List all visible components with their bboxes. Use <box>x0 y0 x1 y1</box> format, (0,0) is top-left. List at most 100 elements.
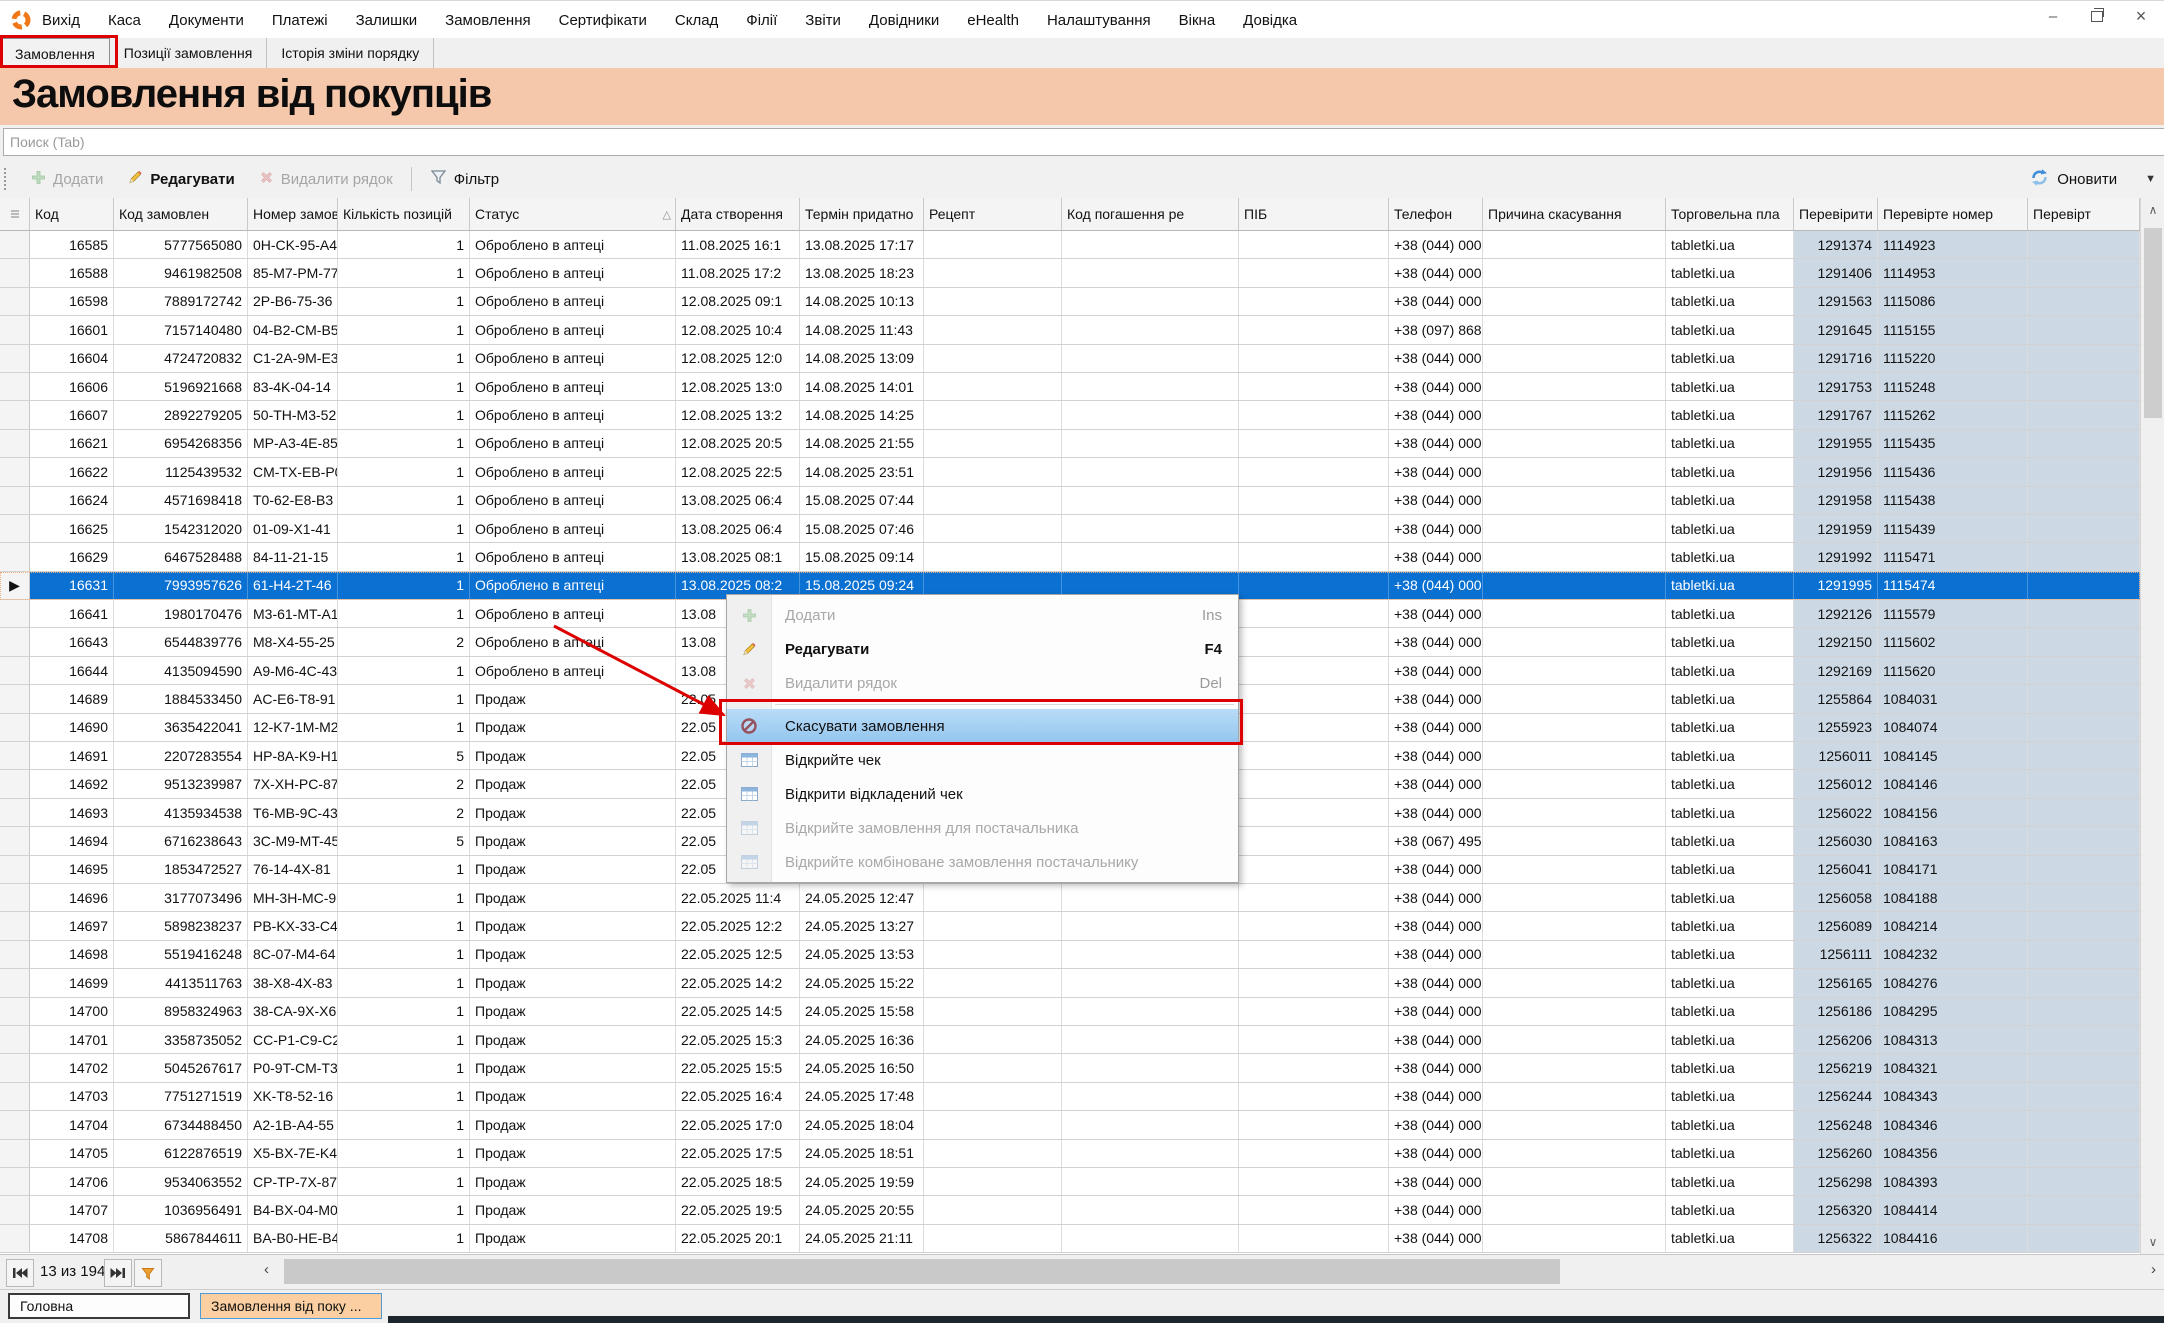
table-row[interactable]: 147085867844611BA-B0-HE-B41Продаж22.05.2… <box>0 1225 2140 1253</box>
cell-status: Оброблено в аптеці <box>470 572 676 599</box>
cell-check_number: 1084188 <box>1878 884 2028 911</box>
menubar-item[interactable]: Склад <box>675 12 718 29</box>
table-row[interactable]: 1658557775650800H-CK-95-A41Оброблено в а… <box>0 231 2140 259</box>
close-button[interactable]: × <box>2132 7 2150 25</box>
column-header-check[interactable]: Перевірити <box>1794 198 1878 230</box>
menubar-item[interactable]: Філії <box>746 12 777 29</box>
column-header-positions[interactable]: Кількість позицій <box>338 198 470 230</box>
cell-check_number: 1084414 <box>1878 1196 2028 1223</box>
cell-platform: tabletki.ua <box>1666 628 1794 655</box>
context-menu-item[interactable]: Відкрийте замовлення для постачальника <box>727 811 1238 845</box>
table-row[interactable]: 16601715714048004-B2-CM-B51Оброблено в а… <box>0 316 2140 344</box>
table-row[interactable]: 147037751271519XK-T8-52-161Продаж22.05.2… <box>0 1083 2140 1111</box>
table-row[interactable]: 16588946198250885-M7-PM-771Оброблено в а… <box>0 259 2140 287</box>
menubar-item[interactable]: Залишки <box>356 12 418 29</box>
table-row[interactable]: 146975898238237PB-KX-33-C41Продаж22.05.2… <box>0 912 2140 940</box>
last-page-button[interactable] <box>104 1259 132 1287</box>
column-header-expires[interactable]: Термін придатно <box>800 198 924 230</box>
scroll-left-icon[interactable]: ‹ <box>264 1261 269 1278</box>
table-row[interactable]: 166044724720832C1-2A-9M-E31Оброблено в а… <box>0 345 2140 373</box>
column-header-created[interactable]: Дата створення <box>676 198 800 230</box>
filter-button[interactable]: Фільтр <box>418 164 511 194</box>
cell-expires: 24.05.2025 16:50 <box>800 1054 924 1081</box>
add-button[interactable]: Додати <box>19 164 115 194</box>
table-row[interactable]: 147069534063552CP-TP-7X-871Продаж22.05.2… <box>0 1168 2140 1196</box>
scroll-right-icon[interactable]: › <box>2151 1261 2156 1278</box>
context-menu-item[interactable]: Відкрийте чек <box>727 743 1238 777</box>
cell-platform: tabletki.ua <box>1666 884 1794 911</box>
table-row[interactable]: 1659878891727422P-B6-75-361Оброблено в а… <box>0 288 2140 316</box>
minimize-button[interactable]: – <box>2044 7 2062 25</box>
table-row[interactable]: 1469855194162488C-07-M4-641Продаж22.05.2… <box>0 941 2140 969</box>
taskbar-home-button[interactable]: Головна <box>8 1293 190 1319</box>
tab-active[interactable]: Замовлення <box>0 38 110 68</box>
column-header-recipe_code[interactable]: Код погашення ре <box>1062 198 1239 230</box>
taskbar-orders-button[interactable]: Замовлення від поку ... <box>200 1293 382 1319</box>
context-menu-item[interactable]: РедагуватиF4 <box>727 632 1238 666</box>
delete-row-button[interactable]: Видалити рядок <box>247 164 405 194</box>
cell-check: 1256022 <box>1794 799 1878 826</box>
context-menu-item[interactable]: ДодатиIns <box>727 598 1238 632</box>
menubar-item[interactable]: Документи <box>169 12 244 29</box>
refresh-button[interactable]: Оновити <box>2017 164 2129 194</box>
row-indicator-header[interactable] <box>0 198 30 230</box>
pager-filter-button[interactable] <box>134 1259 162 1287</box>
table-row[interactable]: 166216954268356MP-A3-4E-851Оброблено в а… <box>0 430 2140 458</box>
table-row[interactable]: 14699441351176338-X8-4X-831Продаж22.05.2… <box>0 969 2140 997</box>
menubar-item[interactable]: Налаштування <box>1047 12 1151 29</box>
column-header-code[interactable]: Код <box>30 198 114 230</box>
menubar-item[interactable]: Замовлення <box>445 12 530 29</box>
column-header-check3[interactable]: Перевірт <box>2028 198 2140 230</box>
context-menu-item[interactable]: Скасувати замовлення <box>727 709 1238 743</box>
toolbar-overflow-icon[interactable]: ▼ <box>2145 173 2156 185</box>
table-row[interactable]: 166244571698418T0-62-E8-B31Оброблено в а… <box>0 487 2140 515</box>
tab-item[interactable]: Історія зміни порядку <box>267 38 434 68</box>
table-row[interactable]: 147013358735052CC-P1-C9-C21Продаж22.05.2… <box>0 1026 2140 1054</box>
column-header-order_number[interactable]: Номер замовленн <box>248 198 338 230</box>
vertical-scroll-thumb[interactable] <box>2144 228 2162 418</box>
vertical-scrollbar[interactable]: ∧ ∨ <box>2140 198 2164 1254</box>
edit-button[interactable]: Редагувати <box>115 164 246 194</box>
cell-order_code: 4135094590 <box>114 657 248 684</box>
cell-order_code: 1884533450 <box>114 685 248 712</box>
table-row[interactable]: 146963177073496MH-3H-MC-921Продаж22.05.2… <box>0 884 2140 912</box>
menubar-item[interactable]: Звіти <box>805 12 841 29</box>
first-page-button[interactable] <box>6 1259 34 1287</box>
column-header-cancel_reason[interactable]: Причина скасування <box>1483 198 1666 230</box>
table-row[interactable]: 147025045267617P0-9T-CM-T31Продаж22.05.2… <box>0 1054 2140 1082</box>
context-menu-item[interactable]: Видалити рядокDel <box>727 666 1238 700</box>
column-header-check_number[interactable]: Перевірте номер <box>1878 198 2028 230</box>
search-input[interactable] <box>3 128 2164 156</box>
menubar-item[interactable]: Вихід <box>42 12 80 29</box>
column-header-status[interactable]: Статус△ <box>470 198 676 230</box>
menubar-item[interactable]: Довідники <box>869 12 939 29</box>
restore-button[interactable] <box>2088 7 2106 25</box>
menubar-item[interactable]: Вікна <box>1179 12 1216 29</box>
table-row[interactable]: 16629646752848884-11-21-151Оброблено в а… <box>0 543 2140 571</box>
context-menu-item[interactable]: Відкрийте комбіноване замовлення постача… <box>727 845 1238 879</box>
menubar-item[interactable]: Каса <box>108 12 141 29</box>
scroll-down-icon[interactable]: ∨ <box>2141 1230 2164 1254</box>
column-header-platform[interactable]: Торговельна пла <box>1666 198 1794 230</box>
table-row[interactable]: 147071036956491B4-BX-04-M01Продаж22.05.2… <box>0 1196 2140 1224</box>
menubar-item[interactable]: eHealth <box>967 12 1019 29</box>
tab-item[interactable]: Позиції замовлення <box>110 38 268 68</box>
table-row[interactable]: 14700895832496338-CA-9X-X61Продаж22.05.2… <box>0 998 2140 1026</box>
table-row[interactable]: 147046734488450A2-1B-A4-551Продаж22.05.2… <box>0 1111 2140 1139</box>
table-row[interactable]: 16625154231202001-09-X1-411Оброблено в а… <box>0 515 2140 543</box>
horizontal-scroll-thumb[interactable] <box>284 1259 1560 1284</box>
table-row[interactable]: 166221125439532CM-TX-EB-P01Оброблено в а… <box>0 458 2140 486</box>
cell-check3 <box>2028 770 2140 797</box>
menubar-item[interactable]: Сертифікати <box>559 12 647 29</box>
menubar-item[interactable]: Довідка <box>1243 12 1297 29</box>
column-header-recipe[interactable]: Рецепт <box>924 198 1062 230</box>
column-header-name[interactable]: ПІБ <box>1239 198 1389 230</box>
table-row[interactable]: 147056122876519X5-BX-7E-K41Продаж22.05.2… <box>0 1140 2140 1168</box>
scroll-up-icon[interactable]: ∧ <box>2141 198 2164 222</box>
table-row[interactable]: 16607289227920550-TH-M3-521Оброблено в а… <box>0 401 2140 429</box>
table-row[interactable]: 16606519692166883-4K-04-141Оброблено в а… <box>0 373 2140 401</box>
column-header-order_code[interactable]: Код замовлен <box>114 198 248 230</box>
menubar-item[interactable]: Платежі <box>272 12 328 29</box>
context-menu-item[interactable]: Відкрити відкладений чек <box>727 777 1238 811</box>
column-header-phone[interactable]: Телефон <box>1389 198 1483 230</box>
